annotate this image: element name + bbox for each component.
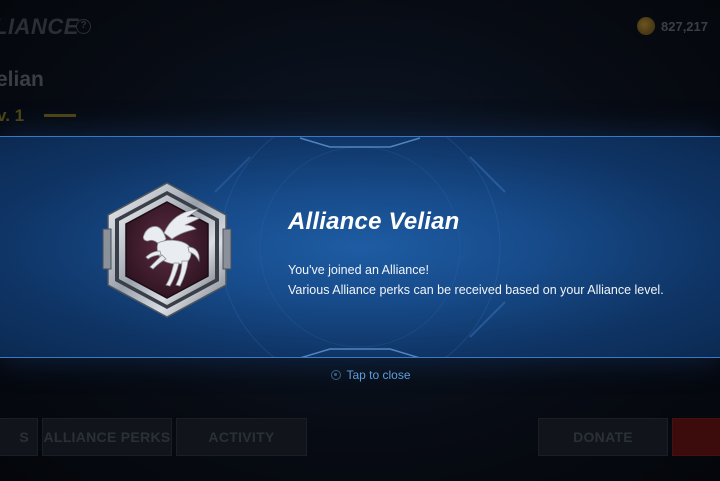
red-action-button[interactable]: [672, 418, 720, 456]
tap-to-close[interactable]: Tap to close: [0, 365, 720, 385]
alliance-joined-popup[interactable]: Alliance Velian You've joined an Allianc…: [0, 136, 720, 358]
popup-message-joined: You've joined an Alliance!: [288, 263, 429, 277]
tab-members[interactable]: S: [0, 418, 38, 456]
tap-to-close-label: Tap to close: [346, 368, 411, 382]
help-icon[interactable]: ?: [76, 19, 91, 34]
pegasus-shield-icon: [102, 182, 232, 318]
tab-label: S: [19, 429, 29, 445]
alliance-screen: LIANCE ? 827,217 elian v. 1 S ALLIANCE P…: [0, 0, 720, 481]
alliance-name: elian: [0, 68, 44, 91]
tab-activity[interactable]: ACTIVITY: [176, 418, 307, 456]
currency-amount: 827,217: [661, 18, 708, 34]
screen-title: LIANCE: [0, 14, 79, 39]
popup-title: Alliance Velian: [288, 208, 460, 235]
tab-label: ACTIVITY: [208, 429, 275, 445]
gold-coin-icon: [637, 17, 655, 35]
donate-button[interactable]: DONATE: [538, 418, 668, 456]
level-progress-bar: [44, 114, 76, 117]
tab-alliance-perks[interactable]: ALLIANCE PERKS: [42, 418, 172, 456]
tab-label: ALLIANCE PERKS: [43, 429, 171, 445]
button-label: DONATE: [573, 429, 633, 445]
currency-display: 827,217: [637, 17, 708, 35]
popup-message-perks: Various Alliance perks can be received b…: [288, 283, 664, 297]
alliance-level: v. 1: [0, 106, 25, 125]
tap-icon: [331, 370, 342, 380]
